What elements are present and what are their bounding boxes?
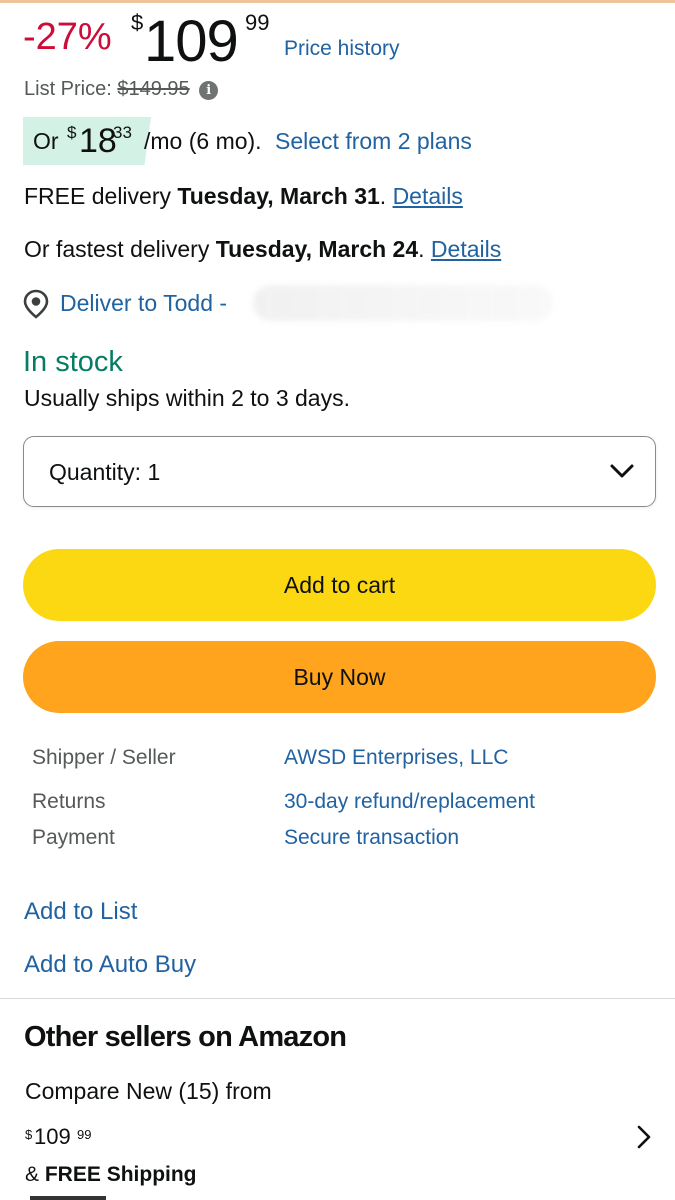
list-price-value: $149.95 [117, 78, 190, 100]
payment-label: Payment [32, 826, 115, 849]
discount-percentage: -27% [23, 16, 112, 58]
free-delivery-details-link[interactable]: Details [393, 183, 463, 209]
other-sellers-title: Other sellers on Amazon [24, 1021, 347, 1053]
redacted-address [253, 285, 553, 321]
location-pin-icon [23, 289, 49, 319]
quantity-selector[interactable]: Quantity: 1 [23, 436, 656, 507]
price-whole: 109 [144, 9, 239, 74]
shipper-seller-label: Shipper / Seller [32, 746, 176, 769]
quantity-text: Quantity: 1 [49, 459, 160, 486]
installment-currency: $ [67, 123, 77, 142]
installment-term: /mo (6 mo). [144, 128, 262, 154]
chevron-right-icon[interactable] [634, 1124, 654, 1150]
section-divider [0, 998, 675, 999]
other-price-currency: $ [25, 1127, 33, 1142]
stock-status: In stock [23, 346, 123, 378]
chevron-down-icon [610, 464, 634, 478]
shipper-seller-link[interactable]: AWSD Enterprises, LLC [284, 746, 508, 770]
add-to-cart-button[interactable]: Add to cart [23, 549, 656, 621]
add-to-auto-buy-link[interactable]: Add to Auto Buy [24, 951, 196, 979]
top-border [0, 0, 675, 3]
price-fraction: 99 [245, 10, 270, 35]
free-shipping-text: & FREE Shipping [25, 1163, 197, 1187]
info-icon[interactable]: i [199, 81, 219, 100]
quantity-value: 1 [147, 459, 161, 485]
quantity-label: Quantity: [49, 459, 142, 485]
free-delivery-line: FREE delivery Tuesday, March 31. Details [24, 183, 463, 210]
fast-delivery-details-link[interactable]: Details [431, 236, 501, 262]
compare-offers-text[interactable]: Compare New (15) from [25, 1078, 272, 1105]
period: . [418, 236, 425, 262]
free-delivery-prefix: FREE delivery [24, 183, 171, 209]
returns-link[interactable]: 30-day refund/replacement [284, 790, 535, 814]
payment-link[interactable]: Secure transaction [284, 826, 459, 850]
deliver-to-text[interactable]: Deliver to Todd - [60, 290, 227, 317]
price-history-link[interactable]: Price history [284, 37, 400, 61]
other-price-fraction: 99 [77, 1127, 92, 1142]
installment-whole: 18 [79, 122, 117, 160]
add-to-list-link[interactable]: Add to List [24, 898, 137, 926]
shipping-prefix: & [25, 1163, 40, 1186]
fast-delivery-prefix: Or fastest delivery [24, 236, 210, 262]
ships-info: Usually ships within 2 to 3 days. [24, 385, 350, 411]
other-price-whole: 109 [34, 1124, 71, 1149]
buy-now-button[interactable]: Buy Now [23, 641, 656, 713]
list-price: List Price: $149.95 i [24, 78, 219, 101]
fast-delivery-line: Or fastest delivery Tuesday, March 24. D… [24, 236, 501, 263]
list-price-label: List Price: [24, 78, 112, 100]
period: . [379, 183, 387, 209]
shipping-label: FREE Shipping [44, 1163, 197, 1186]
fast-delivery-date: Tuesday, March 24 [215, 236, 419, 262]
returns-label: Returns [32, 790, 106, 813]
select-plans-link[interactable]: Select from 2 plans [275, 128, 472, 155]
installment-prefix: Or [33, 128, 59, 154]
installment-fraction: 33 [113, 123, 132, 142]
scroll-indicator [30, 1196, 106, 1200]
price-currency: $ [131, 10, 144, 35]
free-delivery-date: Tuesday, March 31 [177, 183, 380, 209]
